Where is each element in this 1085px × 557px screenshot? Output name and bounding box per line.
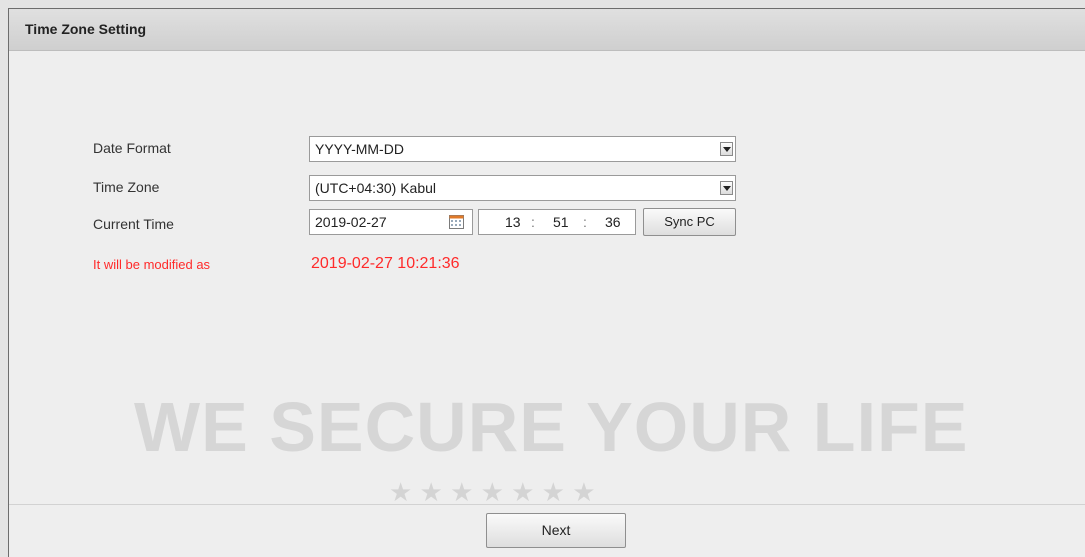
dialog-footer: Next [9,504,1085,557]
watermark-slogan: WE SECURE YOUR LIFE [134,388,969,466]
date-format-value: YYYY-MM-DD [315,141,404,157]
dialog-title: Time Zone Setting [25,21,147,37]
minute-field[interactable]: 51 [553,210,569,234]
current-time-label: Current Time [93,216,174,232]
date-format-select[interactable]: YYYY-MM-DD [309,136,736,162]
date-input[interactable]: 2019-02-27 [309,209,473,235]
sync-pc-button[interactable]: Sync PC [643,208,736,236]
chevron-down-icon[interactable] [720,142,733,156]
time-separator: : [583,214,587,230]
time-separator: : [531,214,535,230]
modified-label: It will be modified as [93,257,211,272]
time-zone-dialog: Time Zone Setting WE SECURE YOUR LIFE ★ … [8,8,1085,557]
time-zone-value: (UTC+04:30) Kabul [315,180,437,196]
time-zone-select[interactable]: (UTC+04:30) Kabul [309,175,736,201]
time-input[interactable]: 13 : 51 : 36 [478,209,636,235]
modified-value: 2019-02-27 10:21:36 [311,255,460,272]
dialog-titlebar: Time Zone Setting [9,9,1085,51]
hour-field[interactable]: 13 [505,210,521,234]
next-button[interactable]: Next [486,513,626,548]
chevron-down-icon[interactable] [720,181,733,195]
date-format-label: Date Format [93,140,171,156]
second-field[interactable]: 36 [605,210,621,234]
calendar-icon[interactable] [449,215,464,229]
date-value: 2019-02-27 [315,214,387,230]
time-zone-label: Time Zone [93,179,160,195]
